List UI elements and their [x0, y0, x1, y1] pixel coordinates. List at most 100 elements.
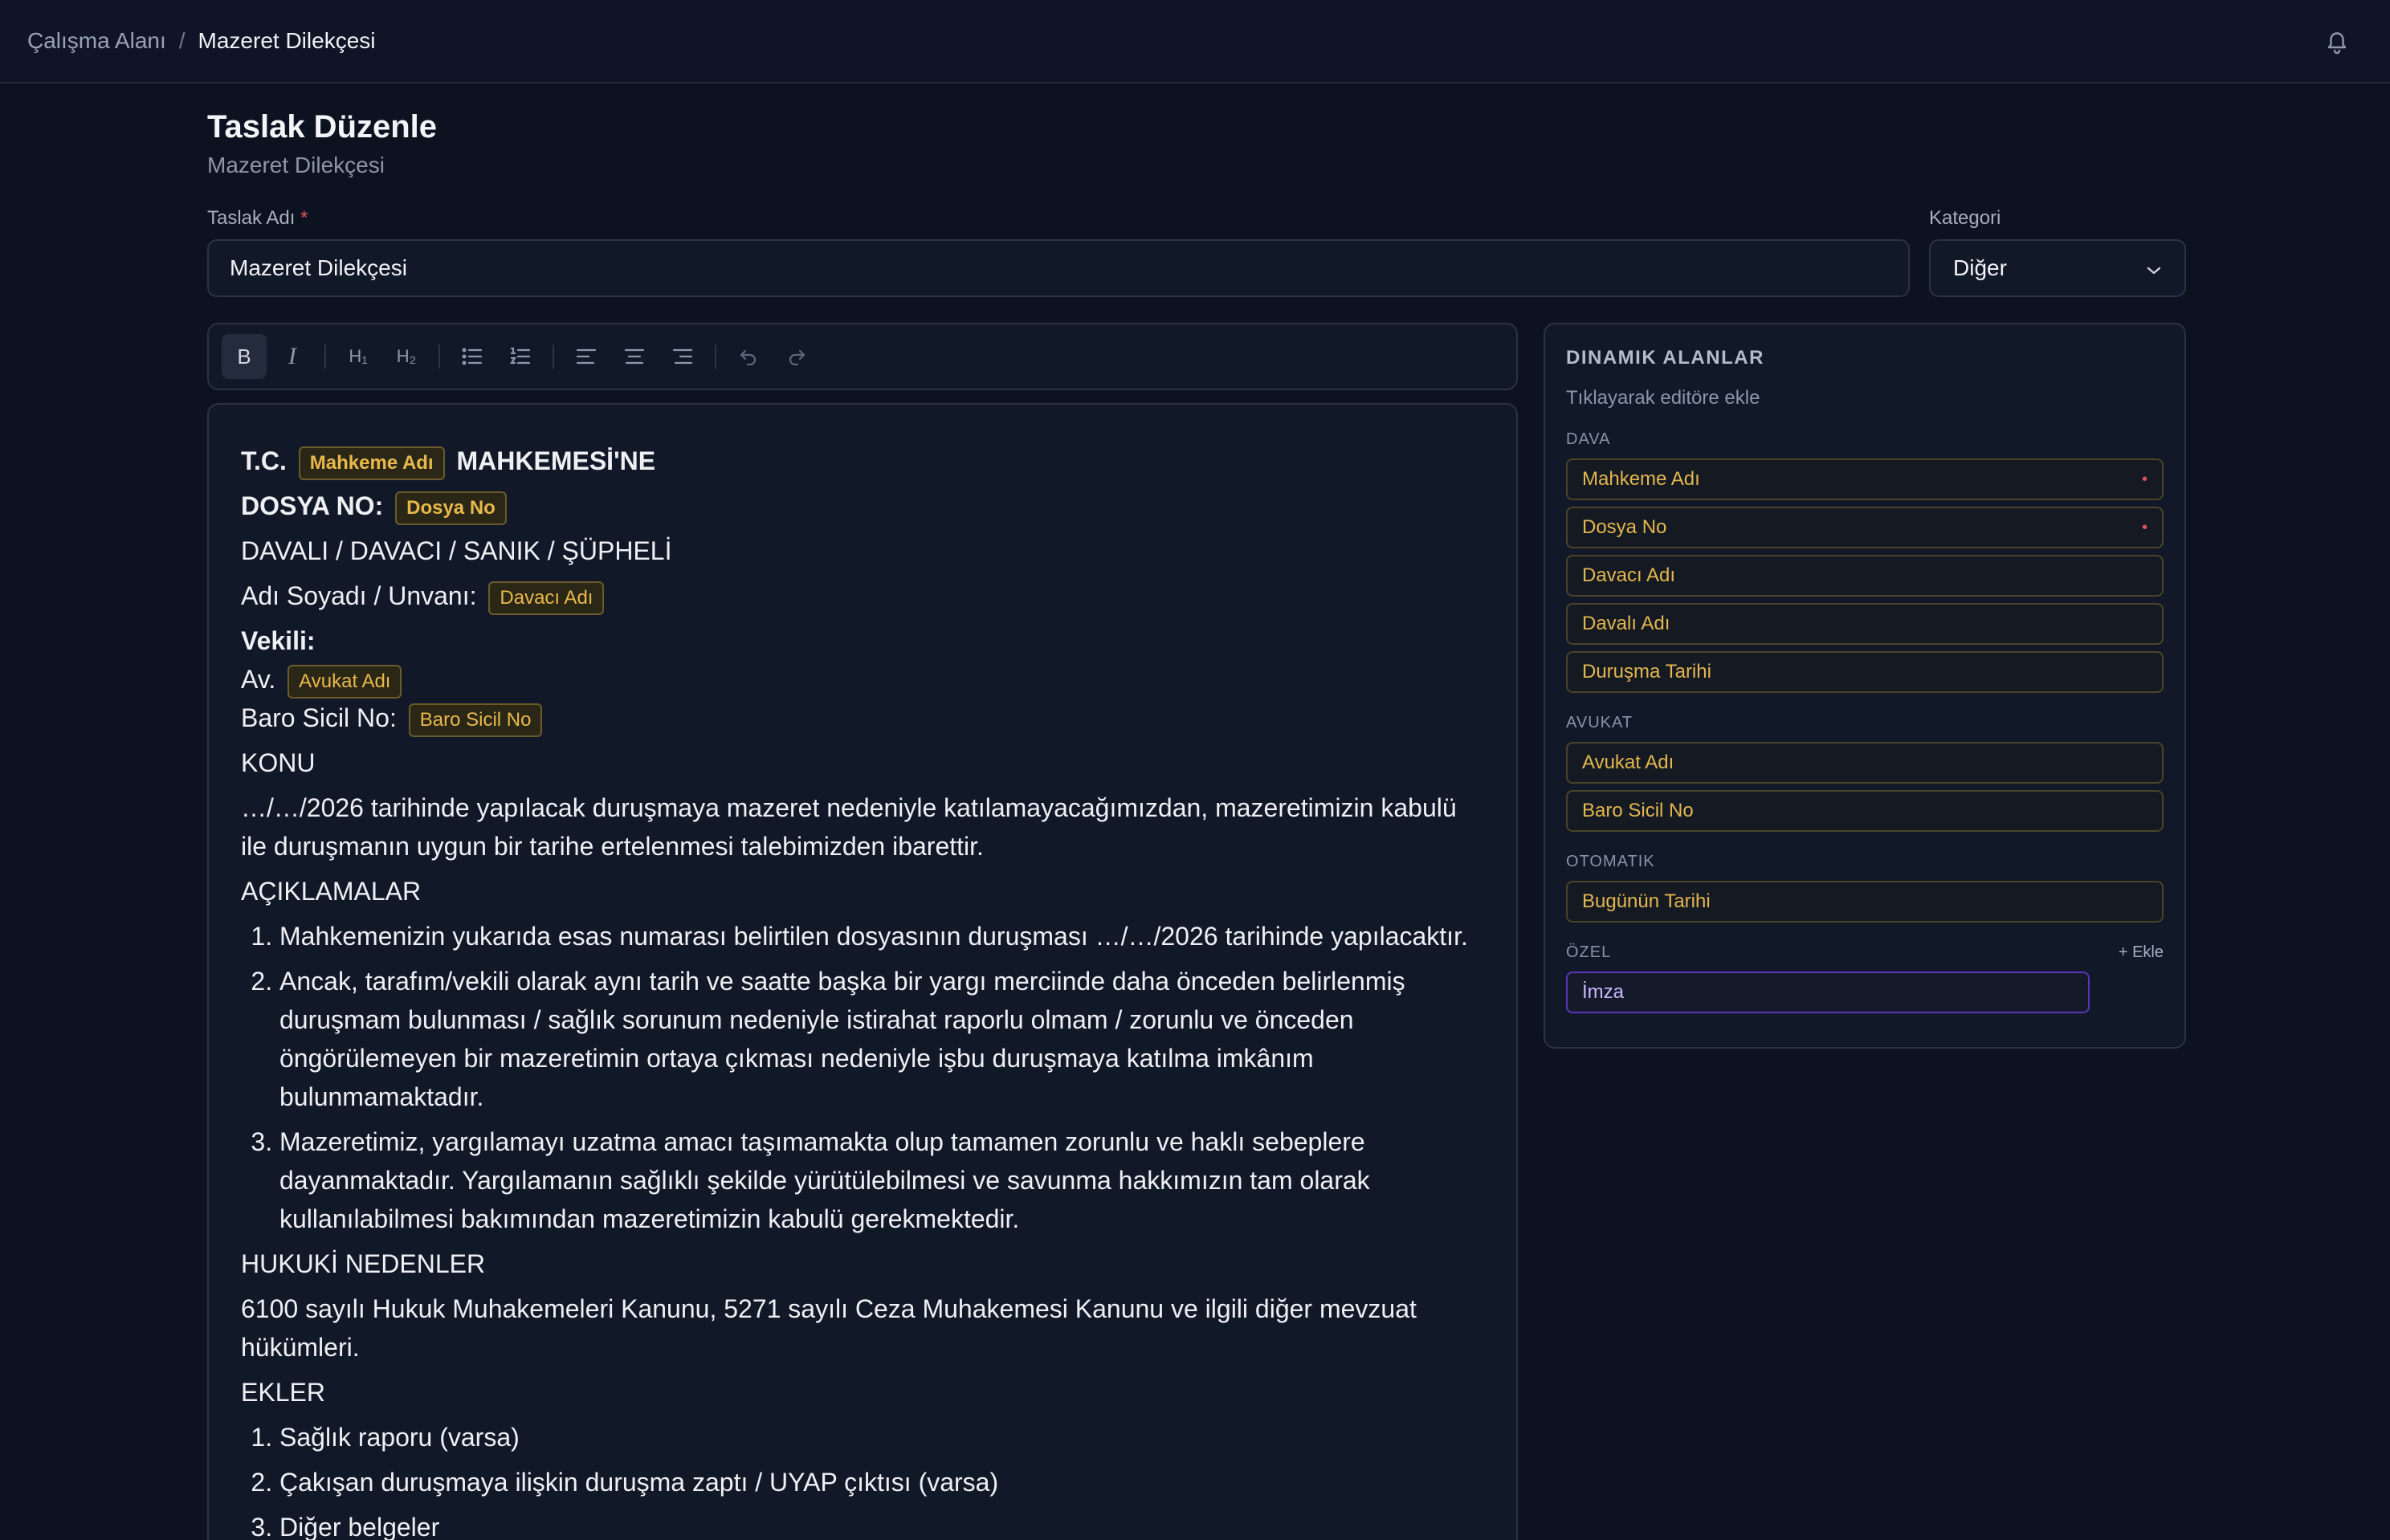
file-no-line: DOSYA NO: Dosya No [241, 487, 1484, 525]
bullet-list-icon [462, 348, 483, 365]
attachments-heading: EKLER [241, 1378, 325, 1407]
field-file-no[interactable]: Dosya No • [1566, 507, 2164, 548]
lawyer-line: Av. Avukat Adı [241, 660, 1484, 699]
field-label: Duruşma Tarihi [1582, 661, 1711, 682]
ordered-list-icon [510, 347, 531, 365]
list-item: Çakışan duruşmaya ilişkin duruşma zaptı … [279, 1463, 1484, 1501]
ordered-list-button[interactable] [498, 334, 543, 379]
required-dot: • [2141, 470, 2147, 488]
av-label: Av. [241, 665, 276, 694]
ozel-group-header: ÖZEL + Ekle [1566, 943, 2164, 962]
otomatik-group-label: OTOMATIK [1566, 853, 1655, 870]
toolbar-divider [324, 344, 326, 369]
page-subtitle: Mazeret Dilekçesi [207, 153, 385, 177]
court-suffix-text: MAHKEMESİ'NE [456, 446, 656, 475]
list-item: Sağlık raporu (varsa) [279, 1418, 1484, 1456]
align-center-button[interactable] [612, 334, 657, 379]
field-label: Mahkeme Adı [1582, 468, 1700, 490]
legal-heading: HUKUKİ NEDENLER [241, 1249, 486, 1278]
add-custom-field-button[interactable]: + Ekle [2119, 943, 2164, 962]
bold-icon: B [237, 344, 251, 369]
italic-button[interactable]: I [270, 334, 315, 379]
field-plaintiff-name[interactable]: Davacı Adı [1566, 555, 2164, 597]
list-item: Mazeretimiz, yargılamayı uzatma amacı ta… [279, 1122, 1484, 1238]
draft-name-input[interactable] [207, 239, 1910, 297]
document-editor[interactable]: T.C. Mahkeme Adı MAHKEMESİ'NE DOSYA NO: … [207, 403, 1518, 1540]
italic-icon: I [288, 343, 296, 369]
align-left-icon [576, 348, 597, 365]
legal-paragraph: 6100 sayılı Hukuk Muhakemeleri Kanunu, 5… [241, 1294, 1417, 1362]
attachments-list: Sağlık raporu (varsa) Çakışan duruşmaya … [241, 1418, 1484, 1540]
court-name-chip[interactable]: Mahkeme Adı [298, 446, 445, 480]
name-label: Adı Soyadı / Unvanı: [241, 581, 477, 610]
field-label: Avukat Adı [1582, 752, 1674, 773]
plaintiff-name-chip[interactable]: Davacı Adı [488, 581, 605, 615]
bullet-list-button[interactable] [450, 334, 495, 379]
required-dot: • [2141, 518, 2147, 536]
redo-icon [789, 349, 806, 365]
category-label: Kategori [1929, 207, 2001, 229]
toolbar-divider [438, 344, 440, 369]
field-today-date[interactable]: Bugünün Tarihi [1566, 881, 2164, 923]
parties-line: DAVALI / DAVACI / SANIK / ŞÜPHELİ [241, 536, 672, 565]
heading2-button[interactable]: H₂ [384, 334, 429, 379]
ozel-group-label: ÖZEL [1566, 943, 1612, 961]
category-select[interactable]: Diğer [1929, 239, 2186, 297]
field-label: Davacı Adı [1582, 564, 1676, 586]
heading2-icon: H₂ [396, 346, 417, 366]
list-item: Mahkemenizin yukarıda esas numarası beli… [279, 917, 1484, 955]
notification-bell-icon[interactable] [2319, 24, 2355, 59]
draft-name-label: Taslak Adı * [207, 207, 308, 229]
undo-button[interactable] [726, 334, 771, 379]
category-value: Diğer [1953, 255, 2007, 280]
field-bar-number[interactable]: Baro Sicil No [1566, 790, 2164, 832]
panel-hint: Tıklayarak editöre ekle [1566, 387, 1760, 409]
field-hearing-date[interactable]: Duruşma Tarihi [1566, 651, 2164, 693]
explanations-list: Mahkemenizin yukarıda esas numarası beli… [241, 917, 1484, 1238]
heading1-button[interactable]: H₁ [336, 334, 381, 379]
list-item: Diğer belgeler [279, 1508, 1484, 1540]
avukat-group-label: AVUKAT [1566, 714, 1633, 731]
dynamic-fields-panel: DINAMIK ALANLAR Tıklayarak editöre ekle … [1544, 323, 2186, 1049]
field-label: Dosya No [1582, 516, 1667, 538]
field-label: Baro Sicil No [1582, 800, 1694, 821]
explanations-heading: AÇIKLAMALAR [241, 877, 422, 906]
attorney-label: Vekili: [241, 626, 316, 655]
court-line: T.C. Mahkeme Adı MAHKEMESİ'NE [241, 442, 1484, 480]
subject-paragraph: …/…/2026 tarihinde yapılacak duruşmaya m… [241, 793, 1457, 861]
file-no-chip[interactable]: Dosya No [395, 491, 507, 525]
field-label: Bugünün Tarihi [1582, 890, 1711, 912]
required-asterisk: * [300, 207, 308, 229]
name-line: Adı Soyadı / Unvanı: Davacı Adı [241, 576, 1484, 615]
file-no-label: DOSYA NO: [241, 491, 384, 520]
align-center-icon [624, 348, 645, 365]
custom-field-signature[interactable]: İmza [1566, 972, 2090, 1013]
heading1-icon: H₁ [349, 346, 368, 366]
top-bar: Çalışma Alanı / Mazeret Dilekçesi [0, 0, 2390, 84]
bar-number-chip[interactable]: Baro Sicil No [408, 703, 543, 737]
toolbar-divider [715, 344, 716, 369]
lawyer-name-chip[interactable]: Avukat Adı [288, 664, 402, 699]
field-court-name[interactable]: Mahkeme Adı • [1566, 458, 2164, 500]
editor-toolbar: B I H₁ H₂ [207, 323, 1518, 390]
align-left-button[interactable] [564, 334, 609, 379]
tc-text: T.C. [241, 446, 287, 475]
field-lawyer-name[interactable]: Avukat Adı [1566, 742, 2164, 784]
page-title: Taslak Düzenle [207, 109, 438, 145]
field-defendant-name[interactable]: Davalı Adı [1566, 603, 2164, 645]
breadcrumb-current: Mazeret Dilekçesi [198, 28, 376, 53]
redo-button[interactable] [774, 334, 819, 379]
dava-group-label: DAVA [1566, 430, 1611, 448]
panel-title: DINAMIK ALANLAR [1566, 347, 1764, 369]
subject-heading: KONU [241, 748, 316, 777]
bold-button[interactable]: B [222, 334, 267, 379]
undo-icon [740, 349, 757, 365]
align-right-icon [672, 348, 693, 365]
bar-label: Baro Sicil No: [241, 703, 397, 732]
breadcrumb-parent[interactable]: Çalışma Alanı [27, 28, 166, 54]
align-right-button[interactable] [660, 334, 705, 379]
chevron-down-icon [2146, 255, 2162, 281]
field-label: Davalı Adı [1582, 613, 1670, 634]
toolbar-divider [553, 344, 554, 369]
list-item: Ancak, tarafım/vekili olarak aynı tarih … [279, 962, 1484, 1116]
